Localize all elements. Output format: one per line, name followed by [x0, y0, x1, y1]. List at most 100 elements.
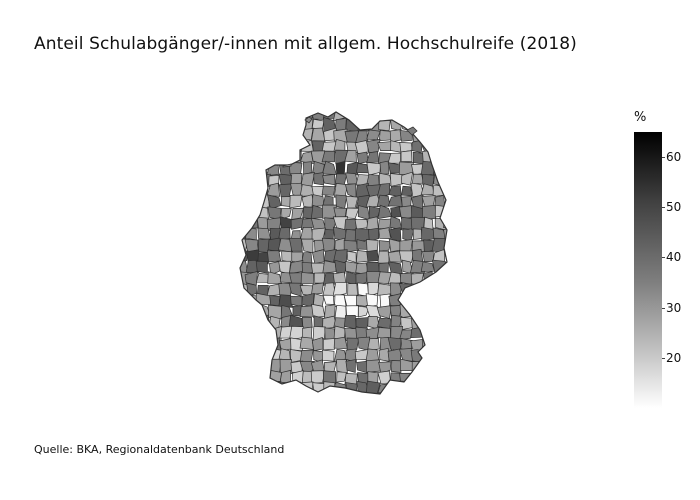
district-cell[interactable] — [377, 317, 392, 330]
district-cell[interactable] — [299, 336, 314, 350]
district-cell[interactable] — [432, 292, 445, 308]
district-cell[interactable] — [288, 393, 303, 405]
district-cell[interactable] — [367, 107, 381, 122]
district-cell[interactable] — [346, 107, 358, 122]
district-cell[interactable] — [365, 359, 381, 373]
district-cell[interactable] — [245, 160, 259, 175]
district-cell[interactable] — [411, 370, 425, 385]
district-cell[interactable] — [432, 129, 445, 141]
district-cell[interactable] — [311, 282, 324, 295]
district-cell[interactable] — [236, 316, 246, 329]
district-cell[interactable] — [421, 315, 437, 329]
district-cell[interactable] — [279, 129, 293, 144]
district-cell[interactable] — [422, 305, 437, 319]
district-cell[interactable] — [412, 228, 423, 240]
district-cell[interactable] — [377, 204, 393, 220]
district-cell[interactable] — [366, 138, 381, 154]
district-cell[interactable] — [289, 194, 303, 209]
district-cell[interactable] — [311, 303, 326, 318]
district-cell[interactable] — [266, 128, 280, 140]
district-cell[interactable] — [321, 185, 336, 196]
district-cell[interactable] — [434, 382, 447, 394]
district-cell[interactable] — [281, 250, 293, 263]
district-cell[interactable] — [443, 182, 456, 197]
district-cell[interactable] — [247, 150, 261, 166]
district-cell[interactable] — [367, 392, 380, 406]
district-cell[interactable] — [312, 249, 325, 264]
district-cell[interactable] — [266, 250, 282, 263]
district-cell[interactable] — [433, 340, 447, 350]
district-cell[interactable] — [246, 326, 259, 341]
district-cell[interactable] — [332, 281, 348, 297]
district-cell[interactable] — [237, 370, 249, 384]
district-cell[interactable] — [443, 108, 456, 121]
district-cell[interactable] — [234, 292, 248, 308]
district-cell[interactable] — [323, 338, 336, 351]
district-cell[interactable] — [236, 382, 250, 394]
district-cell[interactable] — [442, 293, 456, 309]
district-cell[interactable] — [267, 107, 283, 121]
district-cell[interactable] — [236, 140, 250, 152]
district-cell[interactable] — [421, 381, 436, 393]
district-cell[interactable] — [354, 106, 368, 120]
district-cell[interactable] — [269, 295, 280, 307]
district-cell[interactable] — [444, 163, 457, 175]
district-cell[interactable] — [366, 162, 381, 176]
district-cell[interactable] — [278, 392, 292, 406]
district-cell[interactable] — [244, 380, 261, 394]
germany-district-map[interactable] — [0, 0, 700, 500]
district-cell[interactable] — [434, 107, 447, 122]
district-cell[interactable] — [399, 238, 413, 253]
district-cell[interactable] — [322, 260, 337, 274]
district-cell[interactable] — [378, 120, 391, 132]
district-cell[interactable] — [259, 381, 271, 396]
district-cell[interactable] — [344, 218, 357, 231]
district-cell[interactable] — [401, 106, 415, 122]
district-cell[interactable] — [433, 282, 446, 296]
district-cell[interactable] — [236, 215, 248, 231]
district-cell[interactable] — [300, 238, 314, 254]
district-cell[interactable] — [410, 292, 426, 307]
district-cell[interactable] — [278, 173, 293, 186]
district-cell[interactable] — [377, 250, 390, 264]
district-cell[interactable] — [278, 117, 291, 132]
district-cell[interactable] — [422, 358, 436, 373]
district-cell[interactable] — [445, 149, 456, 164]
district-cell[interactable] — [258, 326, 271, 341]
district-cells[interactable] — [234, 106, 458, 407]
district-cell[interactable] — [432, 138, 444, 153]
district-cell[interactable] — [266, 393, 283, 406]
district-cell[interactable] — [257, 314, 271, 331]
district-cell[interactable] — [401, 380, 413, 395]
district-cell[interactable] — [235, 173, 248, 184]
district-cell[interactable] — [433, 305, 447, 319]
district-cell[interactable] — [433, 358, 446, 375]
district-cell[interactable] — [248, 130, 258, 144]
district-cell[interactable] — [245, 339, 259, 351]
district-cell[interactable] — [443, 216, 456, 228]
district-cell[interactable] — [300, 172, 315, 187]
district-cell[interactable] — [420, 347, 436, 362]
district-cell[interactable] — [442, 304, 455, 319]
district-cell[interactable] — [432, 116, 445, 131]
district-cell[interactable] — [235, 303, 249, 320]
district-cell[interactable] — [442, 361, 456, 373]
district-cell[interactable] — [291, 130, 303, 143]
district-cell[interactable] — [378, 106, 393, 119]
district-cell[interactable] — [399, 393, 413, 405]
district-cell[interactable] — [443, 382, 455, 394]
district-cell[interactable] — [245, 306, 261, 317]
district-cell[interactable] — [443, 270, 457, 287]
district-cell[interactable] — [277, 107, 294, 121]
district-cell[interactable] — [335, 194, 348, 210]
district-cell[interactable] — [278, 260, 292, 275]
district-cell[interactable] — [378, 347, 390, 362]
district-cell[interactable] — [390, 206, 401, 218]
district-cell[interactable] — [346, 250, 357, 264]
district-cell[interactable] — [235, 338, 250, 350]
district-cell[interactable] — [400, 150, 413, 163]
district-cell[interactable] — [235, 183, 249, 198]
district-cell[interactable] — [245, 347, 261, 363]
district-cell[interactable] — [256, 350, 271, 360]
district-cell[interactable] — [432, 391, 447, 405]
